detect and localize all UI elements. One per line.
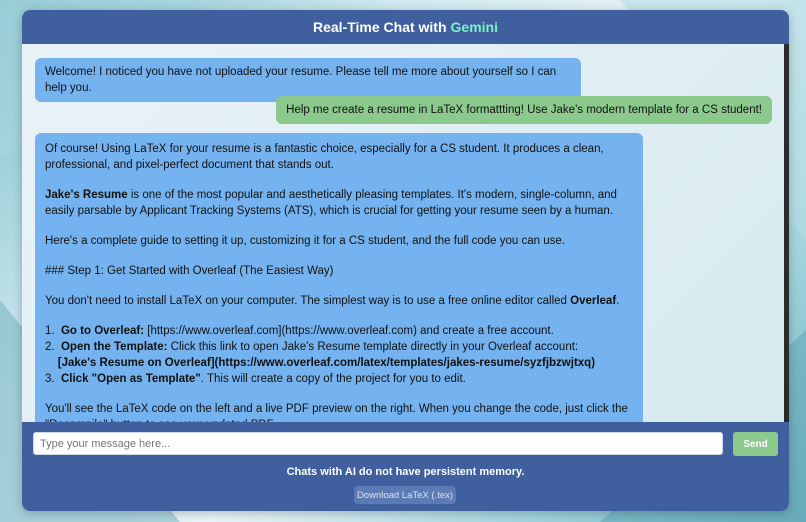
reply-paragraph: Here's a complete guide to setting it up…	[45, 235, 565, 247]
reply-paragraph: Jake's Resume is one of the most popular…	[45, 187, 633, 219]
bold-text: Jake's Resume	[45, 189, 128, 201]
send-button[interactable]: Send	[733, 432, 778, 456]
input-area: Send Chats with AI do not have persisten…	[22, 422, 789, 511]
reply-text: . This will create a copy of the project…	[200, 373, 466, 385]
list-item: 2. Open the Template: Click this link to…	[45, 339, 633, 371]
header-title: Real-Time Chat with	[312, 19, 447, 35]
reply-paragraph: You'll see the LaTeX code on the left an…	[45, 403, 628, 422]
steps-list: 1. Go to Overleaf: [https://www.overleaf…	[45, 323, 633, 387]
reply-heading: ### Step 1: Get Started with Overleaf (T…	[45, 265, 334, 277]
header-title-accent: Gemini	[450, 19, 498, 35]
list-item: 1. Go to Overleaf: [https://www.overleaf…	[45, 323, 633, 339]
reply-text: .	[616, 295, 620, 307]
memory-notice: Chats with AI do not have persistent mem…	[286, 466, 525, 478]
chat-window: Real-Time Chat with Gemini Welcome! I no…	[22, 10, 789, 511]
bold-text: Go to Overleaf:	[60, 325, 145, 337]
reply-paragraph: Of course! Using LaTeX for your resume i…	[45, 143, 604, 171]
template-link[interactable]: [Jake's Resume on Overleaf](https://www.…	[58, 357, 595, 369]
user-message: Help me create a resume in LaTeX formatt…	[276, 96, 772, 124]
reply-paragraph: You don't need to install LaTeX on your …	[45, 293, 633, 309]
reply-text: is one of the most popular and aesthetic…	[45, 189, 617, 217]
chat-header: Real-Time Chat with Gemini	[22, 10, 789, 44]
bot-message-reply: Of course! Using LaTeX for your resume i…	[35, 133, 643, 422]
bold-text: Open the Template:	[60, 341, 168, 353]
chat-scrollbar[interactable]	[784, 44, 789, 422]
message-input[interactable]	[33, 432, 723, 455]
list-item: 3. Click "Open as Template". This will c…	[45, 371, 633, 387]
download-latex-button[interactable]: Download LaTeX (.tex)	[354, 486, 456, 504]
reply-text: You don't need to install LaTeX on your …	[45, 295, 571, 307]
list-number: 3.	[45, 373, 55, 385]
list-number: 1.	[45, 325, 55, 337]
message-list[interactable]: Welcome! I noticed you have not uploaded…	[22, 44, 789, 422]
bold-text: Overleaf	[570, 295, 617, 307]
reply-text: [https://www.overleaf.com](https://www.o…	[144, 325, 554, 337]
reply-text: Click this link to open Jake's Resume te…	[167, 341, 579, 353]
bold-text: Click "Open as Template"	[60, 373, 201, 385]
list-number: 2.	[45, 341, 55, 353]
